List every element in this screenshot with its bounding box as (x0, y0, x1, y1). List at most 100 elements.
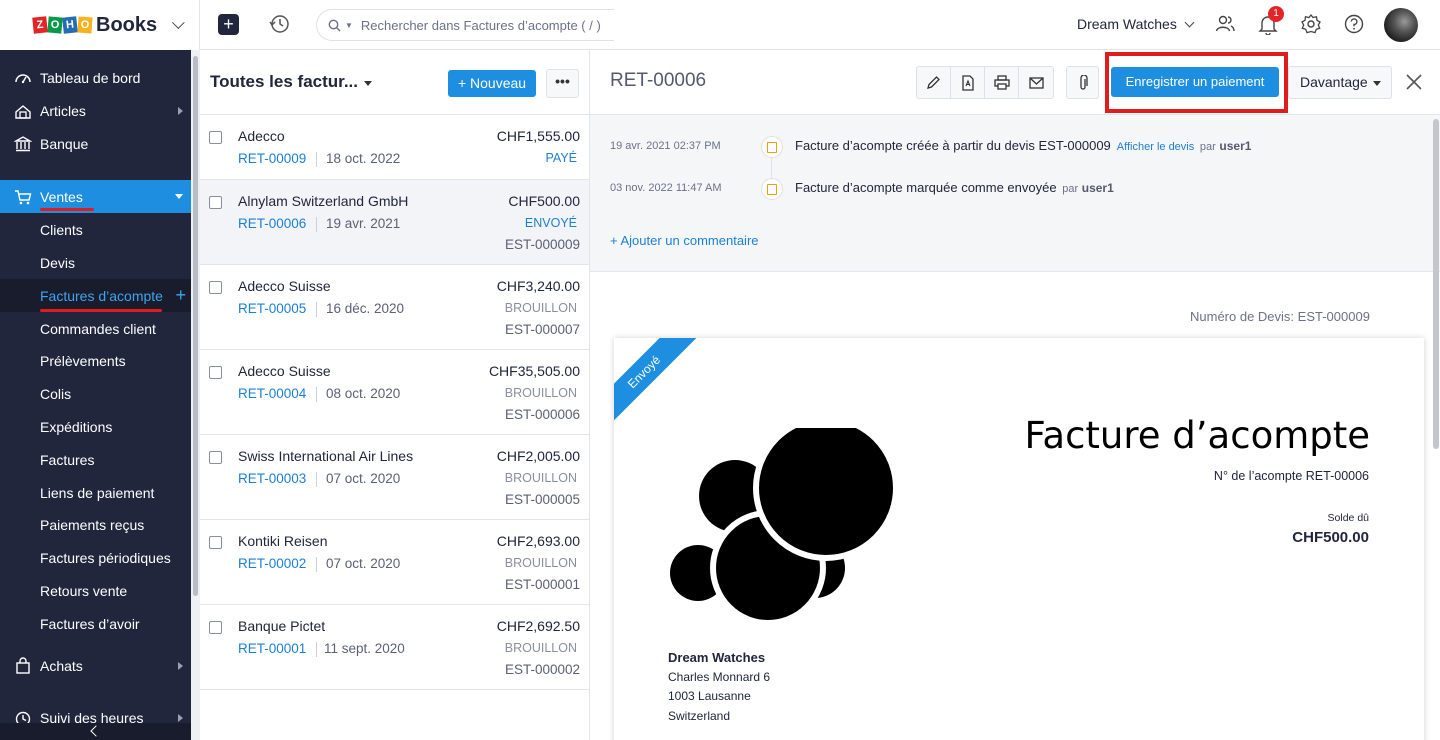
retainer-number[interactable]: RET-00002 (238, 556, 306, 571)
view-quote-link[interactable]: Afficher le devis (1117, 141, 1194, 153)
scrollbar-thumb[interactable] (1433, 119, 1439, 449)
annotation-underline (40, 208, 94, 211)
balance-due-amount: CHF500.00 (1292, 529, 1369, 546)
chevron-right-icon (178, 713, 183, 722)
more-actions-dropdown[interactable]: Davantage (1288, 66, 1392, 99)
status-badge: BROUILLON (504, 386, 577, 400)
more-options-button[interactable]: ••• (546, 69, 579, 98)
list-item[interactable]: Swiss International Air Lines RET-00003 … (200, 435, 589, 520)
sidebar-item-credit-notes[interactable]: Factures d’avoir (0, 607, 191, 640)
search-placeholder: Rechercher dans Factures d’acompte ( / ) (360, 17, 601, 33)
paperclip-icon (1079, 74, 1088, 90)
status-ribbon: Envoyé (614, 338, 709, 433)
sidebar-collapse-bar[interactable] (0, 723, 191, 740)
sidebar-item-recurring-invoices[interactable]: Factures périodiques (0, 541, 191, 574)
sidebar-item-retainer-invoices[interactable]: Factures d’acompte + (0, 279, 191, 312)
sidebar-item-sales-orders[interactable]: Commandes client (0, 312, 191, 345)
pdf-button[interactable] (951, 67, 985, 98)
scrollbar-thumb[interactable] (193, 56, 198, 596)
sidebar-item-customers[interactable]: Clients (0, 213, 191, 246)
history-icon[interactable] (268, 13, 290, 35)
retainer-date: 19 avr. 2021 (326, 216, 401, 231)
sidebar-item-sales-returns[interactable]: Retours vente (0, 574, 191, 607)
list-item[interactable]: Adecco Suisse RET-00004 08 oct. 2020 CHF… (200, 350, 589, 435)
collapse-icon (90, 725, 102, 737)
retainer-number[interactable]: RET-00001 (238, 641, 306, 656)
document-icon (761, 136, 783, 158)
users-icon[interactable] (1214, 13, 1236, 35)
list-item[interactable]: Alnylam Switzerland GmbH RET-00006 19 av… (200, 180, 589, 265)
bank-icon (14, 135, 32, 151)
search-input[interactable]: ▼ Rechercher dans Factures d’acompte ( /… (316, 9, 614, 41)
status-ribbon-label: Envoyé (614, 338, 700, 428)
customer-name: Banque Pictet (238, 618, 326, 634)
customer-name: Swiss International Air Lines (238, 448, 414, 464)
sidebar-item-shipments[interactable]: Expéditions (0, 410, 191, 443)
detail-scrollbar[interactable] (1432, 115, 1440, 740)
row-checkbox[interactable] (209, 366, 222, 379)
quick-create-button[interactable]: + (218, 14, 239, 35)
sidebar-item-dashboard[interactable]: Tableau de bord (0, 61, 191, 94)
row-checkbox[interactable] (209, 131, 222, 144)
retainer-date: 18 oct. 2022 (326, 151, 401, 166)
sidebar-item-direct-debits[interactable]: Prélèvements (0, 344, 191, 377)
organization-address: Dream Watches Charles Monnard 6 1003 Lau… (668, 650, 771, 723)
sidebar-item-sales[interactable]: Ventes (0, 180, 191, 213)
search-scope-caret-icon[interactable]: ▼ (345, 21, 353, 30)
divider (316, 387, 317, 402)
list-item[interactable]: Banque Pictet RET-00001 11 sept. 2020 CH… (200, 605, 589, 690)
edit-button[interactable] (917, 67, 951, 98)
attachment-button[interactable] (1066, 66, 1099, 99)
retainer-invoice-preview: Envoyé Facture d’acompte N° de l’acompte… (614, 338, 1424, 740)
new-button[interactable]: + Nouveau (448, 70, 536, 97)
add-comment-link[interactable]: + Ajouter un commentaire (610, 233, 759, 248)
close-icon[interactable] (1403, 71, 1425, 93)
sidebar-item-invoices[interactable]: Factures (0, 443, 191, 476)
sidebar-item-payment-links[interactable]: Liens de paiement (0, 476, 191, 509)
chevron-right-icon (178, 661, 183, 670)
sidebar-item-quotes[interactable]: Devis (0, 246, 191, 279)
list-item[interactable]: Adecco RET-00009 18 oct. 2022 CHF1,555.0… (200, 115, 589, 180)
sidebar-item-packages[interactable]: Colis (0, 377, 191, 410)
printer-icon (993, 75, 1010, 90)
notification-badge: 1 (1268, 6, 1284, 22)
retainer-number[interactable]: RET-00006 (238, 216, 306, 231)
caret-down-icon[interactable] (364, 81, 372, 86)
retainer-date: 07 oct. 2020 (326, 556, 401, 571)
brand-name: Books (96, 13, 158, 36)
list-item[interactable]: Kontiki Reisen RET-00002 07 oct. 2020 CH… (200, 520, 589, 605)
brand-switcher[interactable]: Z O H O Books (0, 0, 200, 50)
retainer-number[interactable]: RET-00003 (238, 471, 306, 486)
sidebar-item-items[interactable]: Articles (0, 94, 191, 127)
status-badge: BROUILLON (504, 556, 577, 570)
user-avatar[interactable] (1384, 8, 1418, 42)
organization-name: Dream Watches (1077, 16, 1177, 32)
pdf-icon (961, 74, 974, 91)
record-payment-button[interactable]: Enregistrer un paiement (1111, 67, 1279, 97)
row-checkbox[interactable] (209, 451, 222, 464)
list-view-title[interactable]: Toutes les factur... (210, 72, 358, 92)
sidebar-scrollbar[interactable] (191, 50, 200, 740)
row-checkbox[interactable] (209, 196, 222, 209)
gear-icon[interactable] (1300, 13, 1322, 35)
retainer-invoice-list: Toutes les factur... + Nouveau ••• Adecc… (200, 50, 590, 740)
organization-switcher[interactable]: Dream Watches (1077, 16, 1195, 32)
sidebar-item-purchases[interactable]: Achats (0, 649, 191, 682)
email-button[interactable] (1019, 67, 1053, 98)
row-checkbox[interactable] (209, 281, 222, 294)
row-checkbox[interactable] (209, 536, 222, 549)
activity-message: Facture d’acompte marquée comme envoyée … (795, 180, 1114, 195)
retainer-number[interactable]: RET-00004 (238, 386, 306, 401)
list-item[interactable]: Adecco Suisse RET-00005 16 déc. 2020 CHF… (200, 265, 589, 350)
sidebar-item-payments-received[interactable]: Paiements reçus (0, 508, 191, 541)
help-icon[interactable] (1343, 13, 1365, 35)
row-checkbox[interactable] (209, 621, 222, 634)
sidebar-item-banking[interactable]: Banque (0, 127, 191, 160)
retainer-number[interactable]: RET-00005 (238, 301, 306, 316)
amount: CHF3,240.00 (496, 278, 580, 294)
retainer-number[interactable]: RET-00009 (238, 151, 306, 166)
add-retainer-invoice-icon[interactable]: + (175, 285, 186, 306)
activity-time: 19 avr. 2021 02:37 PM (610, 140, 721, 152)
print-button[interactable] (985, 67, 1019, 98)
activity-entry: 03 nov. 2022 11:47 AM Facture d’acompte … (590, 178, 1440, 202)
